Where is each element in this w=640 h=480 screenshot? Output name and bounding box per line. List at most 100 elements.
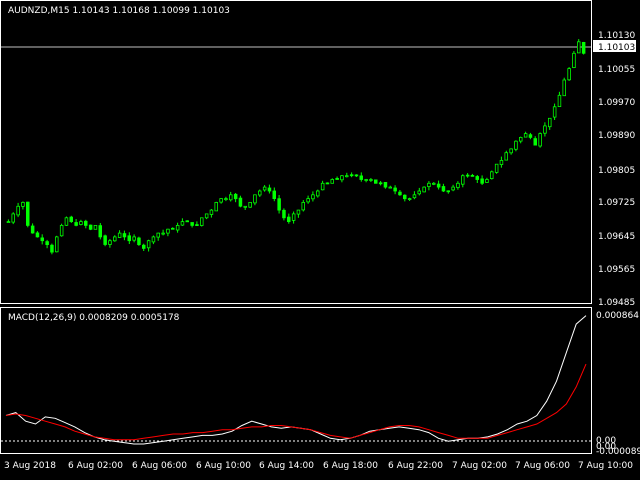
time-label: 6 Aug 14:00: [259, 461, 314, 471]
candle-body: [533, 138, 538, 146]
candle-body: [383, 181, 388, 188]
candle-body: [441, 186, 446, 192]
signal-line: [5, 363, 587, 441]
candle-body: [519, 136, 523, 142]
time-label: 6 Aug 02:00: [68, 461, 123, 471]
candle-body: [349, 174, 354, 177]
candle-body: [412, 194, 417, 199]
candle-body: [373, 179, 378, 184]
macd-tick-top: 0.000864: [596, 311, 639, 321]
candle-body: [567, 68, 571, 81]
candle-body: [122, 233, 127, 238]
candle-body: [161, 232, 165, 235]
candle-body: [291, 213, 296, 221]
candle-body: [485, 179, 489, 183]
candle-body: [528, 134, 533, 138]
candle-body: [378, 182, 383, 185]
candle-body: [494, 163, 499, 173]
candle-body: [548, 117, 552, 128]
candle-body: [523, 133, 528, 138]
price-tick: 1.09485: [598, 298, 635, 308]
candle-body: [233, 193, 238, 200]
candle-body: [59, 224, 64, 237]
candle-body: [156, 232, 160, 238]
candle-body: [470, 174, 475, 177]
candle-body: [306, 198, 310, 203]
candle-body: [489, 171, 494, 180]
candle-body: [55, 236, 59, 253]
candle-body: [180, 221, 185, 226]
candle-body: [393, 187, 397, 192]
candle-body: [50, 244, 54, 253]
candle-body: [277, 198, 281, 211]
candle-body: [199, 217, 204, 226]
price-tick: 1.09645: [598, 232, 635, 242]
candle-body: [581, 42, 586, 54]
time-label: 7 Aug 02:00: [452, 461, 507, 471]
candle-body: [296, 209, 301, 215]
trading-chart[interactable]: AUDNZD,M15 1.10143 1.10168 1.10099 1.101…: [0, 0, 640, 480]
candle-body: [262, 186, 267, 191]
candle-body: [127, 235, 132, 242]
macd-axis: 0.000864 0.00 0.00 -0.000089: [596, 311, 640, 457]
candle-body: [170, 227, 175, 230]
price-tick: 1.10055: [598, 65, 635, 75]
candle-body: [98, 225, 103, 238]
macd-tick-bottom: -0.000089: [596, 447, 640, 457]
time-label: 6 Aug 10:00: [196, 461, 251, 471]
current-price-label: 1.10103: [598, 43, 635, 53]
candle-body: [514, 140, 518, 150]
candle-body: [436, 183, 441, 188]
candle-body: [335, 177, 339, 180]
candle-body: [465, 174, 470, 177]
price-tick: 1.09725: [598, 198, 635, 208]
candle-body: [286, 216, 291, 223]
candle-body: [552, 106, 557, 118]
candle-body: [93, 224, 98, 230]
candle-body: [311, 194, 315, 200]
time-label: 7 Aug 10:00: [578, 461, 633, 471]
candle-body: [84, 220, 88, 226]
candle-body: [224, 198, 228, 201]
candle-body: [74, 222, 78, 226]
price-tick: 1.09565: [598, 265, 635, 275]
candle-body: [108, 240, 112, 245]
candle-body: [185, 220, 189, 223]
candle-body: [359, 175, 363, 180]
candle-body: [543, 125, 547, 134]
candle-body: [117, 232, 122, 238]
candle-body: [572, 52, 576, 68]
candle-body: [243, 205, 247, 208]
candle-body: [320, 182, 325, 191]
candle-body: [248, 201, 252, 208]
price-tick: 1.09805: [598, 166, 635, 176]
candle-body: [146, 240, 151, 249]
candle-body: [330, 179, 334, 184]
candle-body: [475, 176, 479, 180]
candle-body: [369, 179, 373, 181]
candle-body: [16, 205, 20, 216]
candle-body: [214, 201, 218, 212]
candle-body: [45, 241, 49, 246]
candle-body: [267, 187, 272, 192]
candle-body: [11, 213, 15, 223]
candle-body: [557, 94, 562, 108]
candle-body: [272, 190, 276, 199]
main-panel-border: [0, 0, 592, 304]
candle-body: [79, 221, 83, 225]
candle-body: [388, 186, 392, 189]
candle-body: [446, 190, 450, 193]
candle-body: [301, 201, 305, 211]
candle-body: [209, 209, 214, 215]
candle-body: [509, 148, 513, 154]
candle-body: [64, 217, 69, 226]
candle-body: [190, 222, 194, 226]
candle-body: [480, 178, 484, 184]
candle-body: [253, 194, 257, 204]
time-label: 3 Aug 2018: [4, 461, 56, 471]
candles: [6, 39, 586, 255]
candle-body: [103, 235, 107, 245]
time-axis: 3 Aug 2018 6 Aug 02:00 6 Aug 06:00 6 Aug…: [4, 461, 633, 471]
time-label: 6 Aug 18:00: [323, 461, 378, 471]
price-tick: 1.09970: [598, 98, 635, 108]
